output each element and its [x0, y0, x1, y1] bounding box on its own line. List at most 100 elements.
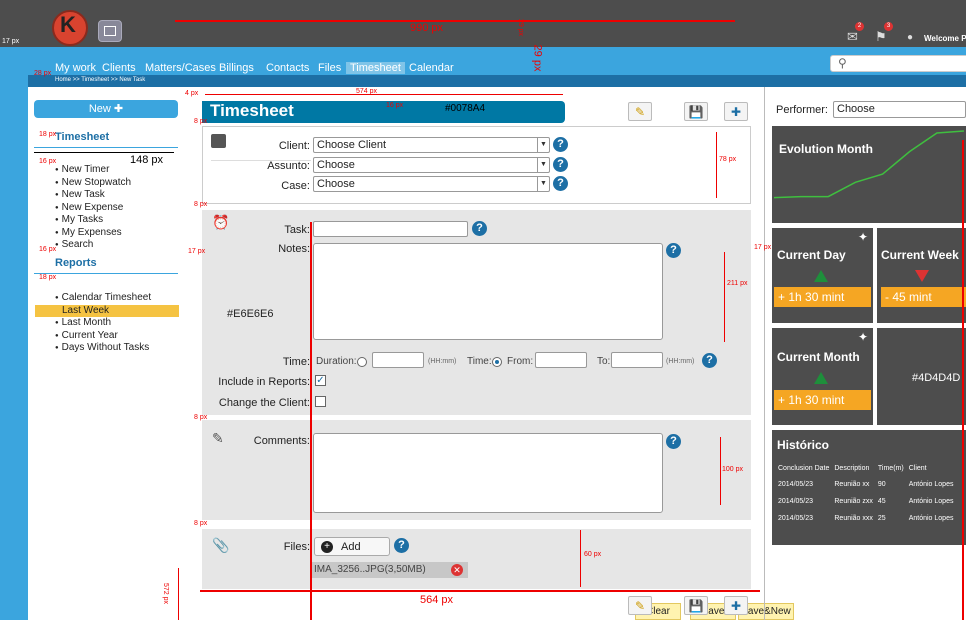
- floppy-icon: 💾: [688, 105, 704, 119]
- annotation-space-16a: 16 px: [39, 158, 57, 165]
- sidebar-reports-title[interactable]: Reports: [55, 257, 97, 269]
- save-new-button-bottom[interactable]: ✚: [724, 596, 748, 615]
- save-new-button[interactable]: ✚: [724, 102, 748, 121]
- sidebar-item-my-expenses[interactable]: My Expenses: [55, 227, 131, 240]
- client-select[interactable]: Choose Client ▼: [313, 137, 550, 153]
- table-cell: António Lopes: [908, 515, 954, 522]
- help-icon[interactable]: ?: [472, 221, 487, 236]
- annotation-line: [34, 152, 174, 153]
- help-icon[interactable]: ?: [666, 434, 681, 449]
- calendar-icon: [104, 26, 116, 36]
- case-select[interactable]: Choose ▼: [313, 176, 550, 192]
- sidebar-item-days-without-tasks[interactable]: Days Without Tasks: [55, 342, 179, 355]
- assunto-select[interactable]: Choose ▼: [313, 157, 550, 173]
- sidebar-item-calendar-timesheet[interactable]: Calendar Timesheet: [55, 292, 179, 305]
- table-row[interactable]: 2014/05/23 Reunião zxx 45 António Lopes: [778, 497, 956, 512]
- historico-title: Histórico: [777, 438, 830, 452]
- current-month-value: + 1h 30 mint: [774, 390, 871, 410]
- table-cell: Reunião xxx: [834, 515, 873, 522]
- welcome-text[interactable]: Welcome PH: [924, 34, 966, 43]
- sidebar-item-current-year[interactable]: Current Year: [55, 330, 179, 343]
- notes-textarea[interactable]: [313, 243, 663, 340]
- new-button[interactable]: New ✚: [34, 100, 178, 118]
- annotation-height-100: 100 px: [722, 466, 744, 473]
- performer-select[interactable]: Choose: [833, 101, 966, 118]
- pencil-icon: ✎: [212, 430, 224, 446]
- to-input[interactable]: [611, 352, 663, 368]
- nav-item-billings[interactable]: Billings: [219, 62, 254, 74]
- annotation-line: [178, 568, 179, 620]
- case-select-value: Choose: [317, 178, 355, 190]
- help-icon[interactable]: ?: [553, 176, 568, 191]
- table-row[interactable]: 2014/05/23 Reunião xxx 25 António Lopes: [778, 514, 956, 529]
- pin-icon[interactable]: ✦: [858, 230, 868, 244]
- nav-item-my-work[interactable]: My work: [55, 62, 96, 74]
- flag-icon[interactable]: ⚑: [875, 29, 889, 44]
- files-label: Files:: [283, 541, 310, 553]
- save-button-bottom[interactable]: 💾: [684, 596, 708, 615]
- chat-icon[interactable]: ✉: [847, 29, 861, 44]
- task-label: Task:: [284, 224, 310, 236]
- help-icon[interactable]: ?: [666, 243, 681, 258]
- sidebar-item-search[interactable]: Search: [55, 239, 131, 252]
- delete-file-icon[interactable]: ✕: [451, 564, 463, 576]
- sidebar-item-new-stopwatch[interactable]: New Stopwatch: [55, 177, 131, 190]
- performer-label: Performer:: [776, 104, 828, 116]
- add-file-button[interactable]: + Add: [314, 537, 390, 556]
- nav-item-timesheet[interactable]: Timesheet: [346, 62, 405, 74]
- breadcrumb[interactable]: Home >> Timesheet >> New Task: [55, 77, 145, 83]
- help-icon[interactable]: ?: [394, 538, 409, 553]
- task-input[interactable]: [313, 221, 468, 237]
- trend-up-icon: [814, 372, 828, 384]
- nav-item-calendar[interactable]: Calendar: [409, 62, 454, 74]
- help-icon[interactable]: ?: [553, 137, 568, 152]
- left-edge-bar: [0, 47, 28, 620]
- current-week-value: - 45 mint: [881, 287, 966, 307]
- chevron-down-icon: ▼: [537, 138, 549, 152]
- column-header: Description: [834, 465, 870, 472]
- time-range-radio[interactable]: [492, 357, 502, 367]
- clear-button[interactable]: ✎: [628, 102, 652, 121]
- sidebar-item-new-task[interactable]: New Task: [55, 189, 131, 202]
- add-file-label: Add: [341, 541, 361, 553]
- nav-item-contacts[interactable]: Contacts: [266, 62, 309, 74]
- save-button[interactable]: 💾: [684, 102, 708, 121]
- sidebar-item-new-expense[interactable]: New Expense: [55, 202, 131, 215]
- time-label: Time:: [282, 356, 310, 368]
- column-divider: [764, 87, 765, 620]
- duration-radio[interactable]: [357, 357, 367, 367]
- include-reports-checkbox[interactable]: ✓: [315, 375, 326, 386]
- table-cell: 2014/05/23: [778, 481, 814, 488]
- column-header: Time(m): [877, 465, 904, 472]
- client-select-value: Choose Client: [317, 139, 387, 151]
- annotation-height-60: 60 px: [584, 551, 602, 558]
- current-day-value: + 1h 30 mint: [774, 287, 871, 307]
- table-cell: António Lopes: [908, 481, 954, 488]
- floppy-plus-icon: ✚: [730, 105, 742, 119]
- search-input[interactable]: [830, 55, 966, 72]
- from-input[interactable]: [535, 352, 587, 368]
- comments-textarea[interactable]: [313, 433, 663, 513]
- files-panel: [202, 529, 751, 589]
- duration-input[interactable]: [372, 352, 424, 368]
- table-cell: 90: [877, 481, 886, 488]
- table-row[interactable]: 2014/05/23 Reunião xx 90 António Lopes: [778, 480, 956, 495]
- sidebar-item-last-week[interactable]: Last Week: [35, 304, 179, 317]
- pin-icon[interactable]: ✦: [858, 330, 868, 344]
- help-icon[interactable]: ?: [553, 157, 568, 172]
- sidebar-item-new-timer[interactable]: New Timer: [55, 164, 131, 177]
- table-cell: Reunião zxx: [834, 498, 873, 505]
- annotation-space-16b: 16 px: [39, 246, 57, 253]
- nav-item-clients[interactable]: Clients: [102, 62, 136, 74]
- sidebar-timesheet-title[interactable]: Timesheet: [55, 131, 109, 143]
- nav-item-matters[interactable]: Matters/Cases: [145, 62, 216, 74]
- nav-item-files[interactable]: Files: [318, 62, 341, 74]
- sidebar-item-last-month[interactable]: Last Month: [55, 317, 179, 330]
- note-icon: [211, 134, 226, 148]
- annotation-space-4: 4 px: [185, 90, 199, 97]
- clear-button-bottom[interactable]: ✎: [628, 596, 652, 615]
- notification-badge: 2: [855, 22, 864, 31]
- change-client-checkbox[interactable]: [315, 396, 326, 407]
- sidebar-item-my-tasks[interactable]: My Tasks: [55, 214, 131, 227]
- help-icon[interactable]: ?: [702, 353, 717, 368]
